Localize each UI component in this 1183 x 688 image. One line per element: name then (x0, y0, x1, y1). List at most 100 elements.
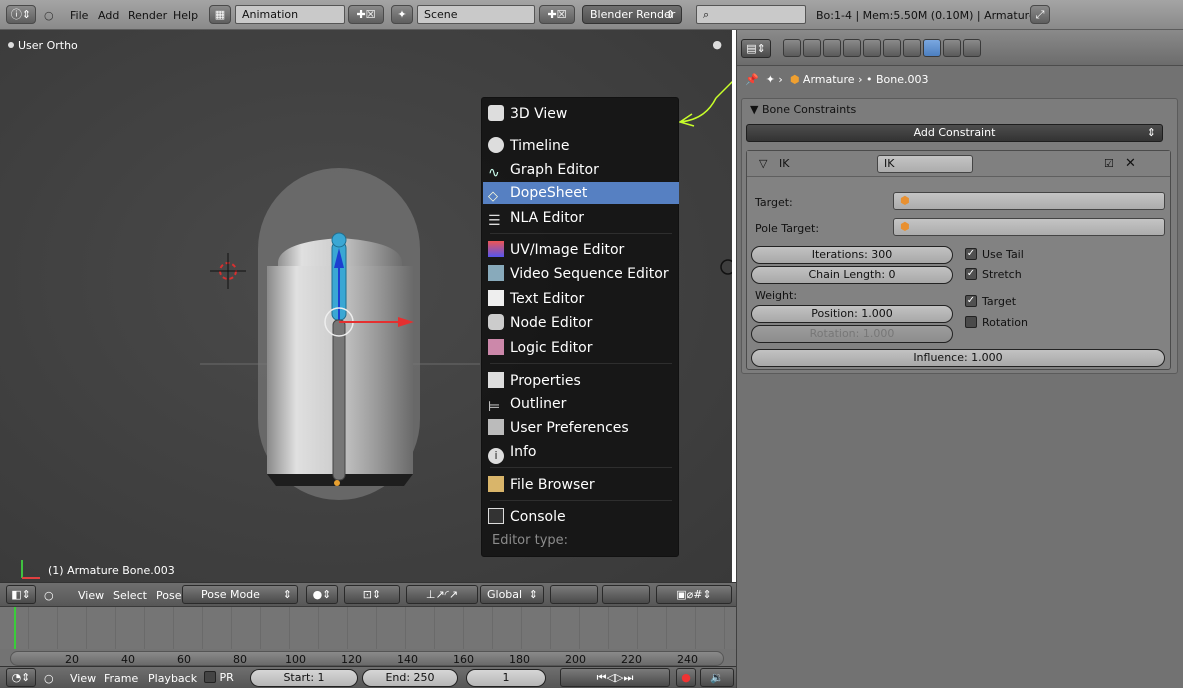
end-frame-field[interactable]: End: 250 (362, 669, 458, 687)
pin-icon[interactable]: 📌 (745, 73, 759, 86)
orientation-dropdown[interactable]: Global ⇕ (480, 585, 544, 604)
delete-constraint-icon[interactable]: ✕ (1125, 156, 1136, 171)
constraint-name-field[interactable]: IK (877, 155, 973, 173)
pivot-dropdown[interactable]: ⊡⇕ (344, 585, 400, 604)
menu-add[interactable]: Add (98, 9, 119, 22)
tl-menu-playback[interactable]: Playback (148, 672, 197, 685)
playback-controls[interactable]: ⏮◁▷⏭ (560, 668, 670, 687)
timeline-editor-type-button[interactable]: ◔⇕ (6, 668, 36, 687)
pr-toggle[interactable]: PR (204, 671, 234, 684)
menu-item-timeline[interactable]: Timeline (488, 135, 676, 157)
tl-menu-frame[interactable]: Frame (104, 672, 138, 685)
vp-menu-pose[interactable]: Pose (156, 589, 181, 602)
rotation-checkbox[interactable] (965, 316, 977, 328)
properties-editor-type-button[interactable]: ▤⇕ (741, 39, 771, 58)
constraints-tab-icon[interactable] (863, 39, 881, 57)
constraint-type-label: IK (779, 157, 790, 170)
menu-item-text-editor[interactable]: Text Editor (488, 288, 676, 310)
scene-field[interactable]: Scene (417, 5, 535, 24)
chain-length-field[interactable]: Chain Length: 0 (751, 266, 953, 284)
rotation-weight-field[interactable]: Rotation: 1.000 (751, 325, 953, 343)
collapse-dot-icon[interactable]: ○ (44, 9, 54, 22)
influence-field[interactable]: Influence: 1.000 (751, 349, 1165, 367)
current-frame-field[interactable]: 1 (466, 669, 546, 687)
manipulator-buttons[interactable]: ⊥↗◜↗ (406, 585, 478, 604)
menu-item-user-preferences[interactable]: User Preferences (488, 417, 676, 439)
fullscreen-icon[interactable]: ⤢ (1030, 5, 1050, 24)
mode-dropdown[interactable]: Pose Mode ⇕ (182, 585, 298, 604)
render-engine-dropdown[interactable]: Blender Render ⇕ (582, 5, 682, 24)
render-engine-label: Blender Render (590, 8, 676, 21)
layout-icon[interactable]: ▦ (209, 5, 231, 24)
menu-file[interactable]: File (70, 9, 88, 22)
armature-icon: ⬢ (789, 73, 800, 86)
collapse-icon[interactable]: ○ (44, 589, 54, 602)
pole-target-field[interactable]: ⬢ (893, 218, 1165, 236)
collapse-icon[interactable]: ○ (44, 672, 54, 685)
target-check-label: Target (982, 295, 1017, 308)
screen-layout-field[interactable]: Animation (235, 5, 345, 24)
menu-item-3d-view[interactable]: 3D View (488, 103, 676, 125)
menu-item-logic-editor[interactable]: Logic Editor (488, 337, 676, 359)
menu-item-info[interactable]: i Info (488, 441, 676, 464)
pr-checkbox[interactable] (204, 671, 216, 683)
audio-button[interactable]: 🔉 (700, 668, 734, 687)
record-button[interactable]: ● (676, 668, 696, 687)
add-remove-scene-buttons[interactable]: ✚☒ (539, 5, 575, 24)
pole-target-label: Pole Target: (755, 222, 820, 235)
snap-tools[interactable]: ▣⌀#⇕ (656, 585, 732, 604)
collapse-arrow-icon[interactable]: ▽ (759, 157, 767, 170)
search-field[interactable]: ⌕ (696, 5, 806, 24)
position-weight-field[interactable]: Position: 1.000 (751, 305, 953, 323)
target-checkbox[interactable]: ✓ (965, 295, 977, 307)
timeline-ruler[interactable]: 20 40 60 80 100 120 140 160 180 200 220 … (10, 651, 724, 666)
tl-menu-view[interactable]: View (70, 672, 96, 685)
add-remove-layout-buttons[interactable]: ✚☒ (348, 5, 384, 24)
timeline-editor[interactable]: 20 40 60 80 100 120 140 160 180 200 220 … (0, 606, 736, 666)
target-label: Target: (755, 196, 793, 209)
menu-item-console[interactable]: Console (488, 506, 676, 528)
bone-tab-icon[interactable] (903, 39, 921, 57)
menu-item-graph-editor[interactable]: ∿ Graph Editor (488, 159, 676, 181)
menu-item-nla-editor[interactable]: ☰ NLA Editor (488, 207, 676, 229)
iterations-field[interactable]: Iterations: 300 (751, 246, 953, 264)
timeline-icon (488, 137, 504, 153)
vp-menu-select[interactable]: Select (113, 589, 147, 602)
menu-item-outliner[interactable]: ⊨ Outliner (488, 393, 676, 415)
scene-icon[interactable]: ✦ (391, 5, 413, 24)
info-editor-type-button[interactable]: ⓘ⇕ (6, 5, 36, 24)
mute-checkbox[interactable]: ☑ (1104, 157, 1114, 170)
menu-item-video-sequence-editor[interactable]: Video Sequence Editor (488, 263, 676, 285)
world-tab-icon[interactable] (823, 39, 841, 57)
properties-header: ▤⇕ (737, 30, 1183, 66)
menu-item-node-editor[interactable]: Node Editor (488, 312, 676, 334)
menu-item-file-browser[interactable]: File Browser (488, 474, 676, 496)
console-icon (488, 508, 504, 524)
render-tab-icon[interactable] (783, 39, 801, 57)
add-constraint-button[interactable]: Add Constraint ⇕ (746, 124, 1163, 142)
target-field[interactable]: ⬢ (893, 192, 1165, 210)
start-frame-field[interactable]: Start: 1 (250, 669, 358, 687)
layers-block-1[interactable] (550, 585, 598, 604)
menu-item-dopesheet[interactable]: ◇ DopeSheet (483, 182, 679, 204)
bone-tip (331, 232, 347, 248)
panel-title[interactable]: ▼ Bone Constraints (750, 103, 856, 116)
menu-item-properties[interactable]: Properties (488, 370, 676, 392)
editor-type-button[interactable]: ◧⇕ (6, 585, 36, 604)
mode-label: Pose Mode (201, 588, 260, 601)
data-tab-icon[interactable] (883, 39, 901, 57)
layers-block-2[interactable] (602, 585, 650, 604)
texture-tab-icon[interactable] (943, 39, 961, 57)
vp-menu-view[interactable]: View (78, 589, 104, 602)
dropdown-arrows-icon: ⇕ (282, 588, 292, 601)
scene-tab-icon[interactable] (803, 39, 821, 57)
menu-help[interactable]: Help (173, 9, 198, 22)
bone-constraints-tab-icon[interactable] (923, 39, 941, 57)
menu-render[interactable]: Render (128, 9, 167, 22)
stretch-checkbox[interactable]: ✓ (965, 268, 977, 280)
shading-dropdown[interactable]: ●⇕ (306, 585, 338, 604)
object-tab-icon[interactable] (843, 39, 861, 57)
menu-item-uv-image-editor[interactable]: UV/Image Editor (488, 239, 676, 261)
physics-tab-icon[interactable] (963, 39, 981, 57)
use-tail-checkbox[interactable]: ✓ (965, 248, 977, 260)
